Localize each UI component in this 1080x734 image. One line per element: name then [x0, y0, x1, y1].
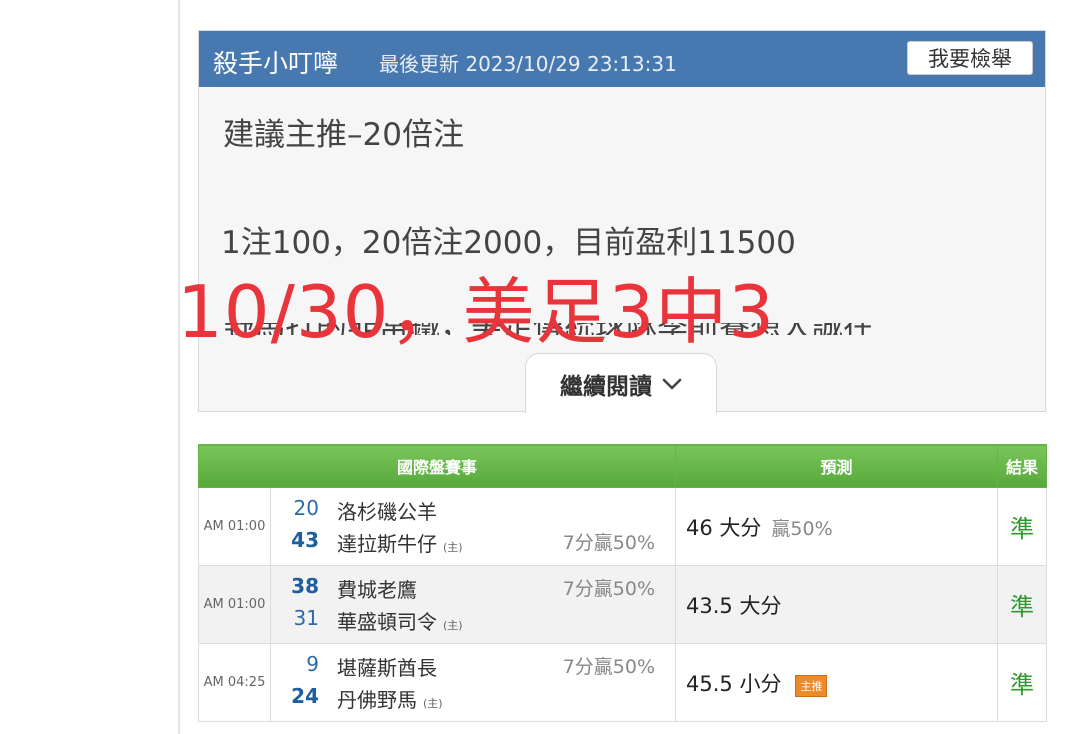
team-score: 24 — [291, 684, 319, 708]
table-row[interactable]: AM 04:25 9 堪薩斯酋長 7分贏50% 24 丹佛野馬 (主) 45.5… — [198, 643, 1048, 722]
continue-reading-label: 繼續閱讀 — [560, 373, 652, 400]
continue-reading-button[interactable]: 繼續閱讀 — [525, 353, 717, 413]
prediction-cell: 45.5 小分 主推 — [675, 643, 999, 722]
match-time: AM 04:25 — [198, 643, 271, 722]
tipster-post-card: 殺手小叮嚀 最後更新 2023/10/29 23:13:31 我要檢舉 建議主推… — [177, 30, 1046, 413]
match-cell[interactable]: 38 費城老鷹 7分贏50% 31 華盛頓司令 (主) — [269, 565, 677, 644]
table-row[interactable]: AM 01:00 38 費城老鷹 7分贏50% 31 華盛頓司令 (主) 43.… — [198, 565, 1048, 644]
table-row[interactable]: AM 01:00 20 洛杉磯公羊 43 達拉斯牛仔 (主) 7分贏50% 46… — [198, 487, 1048, 566]
left-rail — [0, 0, 180, 734]
home-marker: (主) — [423, 697, 443, 710]
author-name[interactable]: 殺手小叮嚀 — [213, 44, 338, 80]
home-marker: (主) — [443, 619, 463, 632]
home-marker: (主) — [443, 541, 463, 554]
top-pick-badge: 主推 — [795, 675, 828, 697]
match-time: AM 01:00 — [198, 487, 271, 566]
match-cell[interactable]: 20 洛杉磯公羊 43 達拉斯牛仔 (主) 7分贏50% — [269, 487, 677, 566]
match-time: AM 01:00 — [198, 565, 271, 644]
team-name: 堪薩斯酋長 — [337, 656, 437, 680]
team-score: 9 — [306, 652, 319, 676]
prediction-table: 國際盤賽事 預測 結果 AM 01:00 20 洛杉磯公羊 43 達拉斯牛仔 (… — [197, 444, 1048, 722]
team-name: 華盛頓司令 (主) — [337, 610, 463, 634]
handicap-text: 7分贏50% — [562, 578, 656, 600]
header-prediction: 預測 — [675, 444, 999, 488]
recommendation-heading: 建議主推–20倍注 — [223, 117, 464, 153]
card-header: 殺手小叮嚀 最後更新 2023/10/29 23:13:31 我要檢舉 — [199, 31, 1045, 87]
result-cell: 準 — [997, 487, 1048, 566]
handicap-text: 7分贏50% — [562, 656, 656, 678]
team-score: 43 — [291, 528, 319, 552]
team-name: 費城老鷹 — [337, 578, 417, 602]
team-score: 31 — [293, 606, 319, 630]
team-name: 達拉斯牛仔 (主) — [337, 532, 463, 556]
result-cell: 準 — [997, 565, 1048, 644]
team-name: 丹佛野馬 (主) — [337, 688, 443, 712]
prediction-value: 45.5 小分 — [686, 671, 782, 696]
team-score: 20 — [293, 496, 319, 520]
last-updated: 最後更新 2023/10/29 23:13:31 — [379, 52, 677, 76]
prediction-cell: 46 大分 贏50% — [675, 487, 999, 566]
header-result: 結果 — [997, 444, 1048, 488]
prediction-extra: 贏50% — [771, 517, 833, 540]
match-cell[interactable]: 9 堪薩斯酋長 7分贏50% 24 丹佛野馬 (主) — [269, 643, 677, 722]
main-content: 殺手小叮嚀 最後更新 2023/10/29 23:13:31 我要檢舉 建議主推… — [177, 0, 1080, 734]
chevron-down-icon — [662, 378, 682, 389]
handicap-text: 7分贏50% — [562, 532, 656, 554]
prediction-value: 46 大分 — [686, 515, 762, 540]
team-score: 38 — [291, 574, 319, 598]
overlay-annotation: 10/30，美足3中3 — [177, 270, 776, 354]
report-button[interactable]: 我要檢舉 — [907, 41, 1033, 75]
header-event: 國際盤賽事 — [197, 444, 677, 488]
table-header-row: 國際盤賽事 預測 結果 — [197, 444, 1048, 488]
prediction-cell: 43.5 大分 — [675, 565, 999, 644]
prediction-value: 43.5 大分 — [686, 593, 782, 618]
result-cell: 準 — [997, 643, 1048, 722]
team-name: 洛杉磯公羊 — [337, 500, 437, 524]
